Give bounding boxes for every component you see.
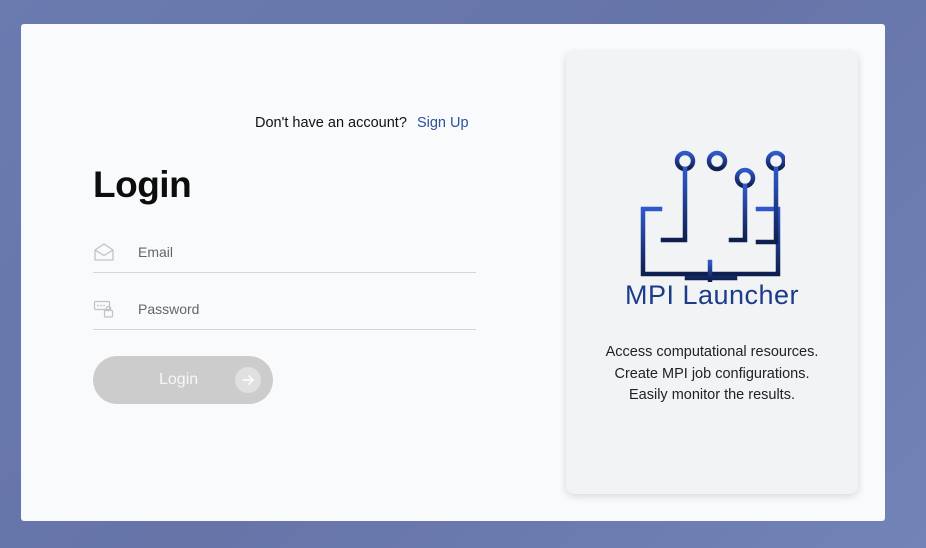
signup-row: Don't have an account? Sign Up: [255, 115, 469, 131]
envelope-icon: [93, 242, 115, 262]
page-title: Login: [93, 164, 192, 205]
tagline-line: Create MPI job configurations.: [614, 365, 810, 382]
arrow-right-icon: [235, 367, 261, 393]
login-card: Don't have an account? Sign Up Login L: [21, 24, 885, 521]
brand-name: MPI Launcher: [624, 280, 800, 310]
tagline-line: Easily monitor the results.: [628, 387, 795, 403]
login-button-label: Login: [159, 371, 199, 388]
circuit-monitor-logo: [640, 150, 785, 282]
promo-panel: MPI Launcher Access computational resour…: [566, 52, 858, 494]
signup-link[interactable]: Sign Up: [417, 115, 469, 131]
login-button[interactable]: Login: [93, 356, 273, 404]
signup-prompt: Don't have an account?: [255, 115, 407, 131]
password-lock-icon: [93, 299, 115, 319]
tagline: Access computational resources. Create M…: [566, 342, 858, 407]
password-field: [93, 293, 476, 330]
password-input[interactable]: [138, 297, 468, 321]
email-field: [93, 236, 476, 273]
email-input[interactable]: [138, 240, 468, 264]
tagline-line: Access computational resources.: [605, 344, 819, 360]
